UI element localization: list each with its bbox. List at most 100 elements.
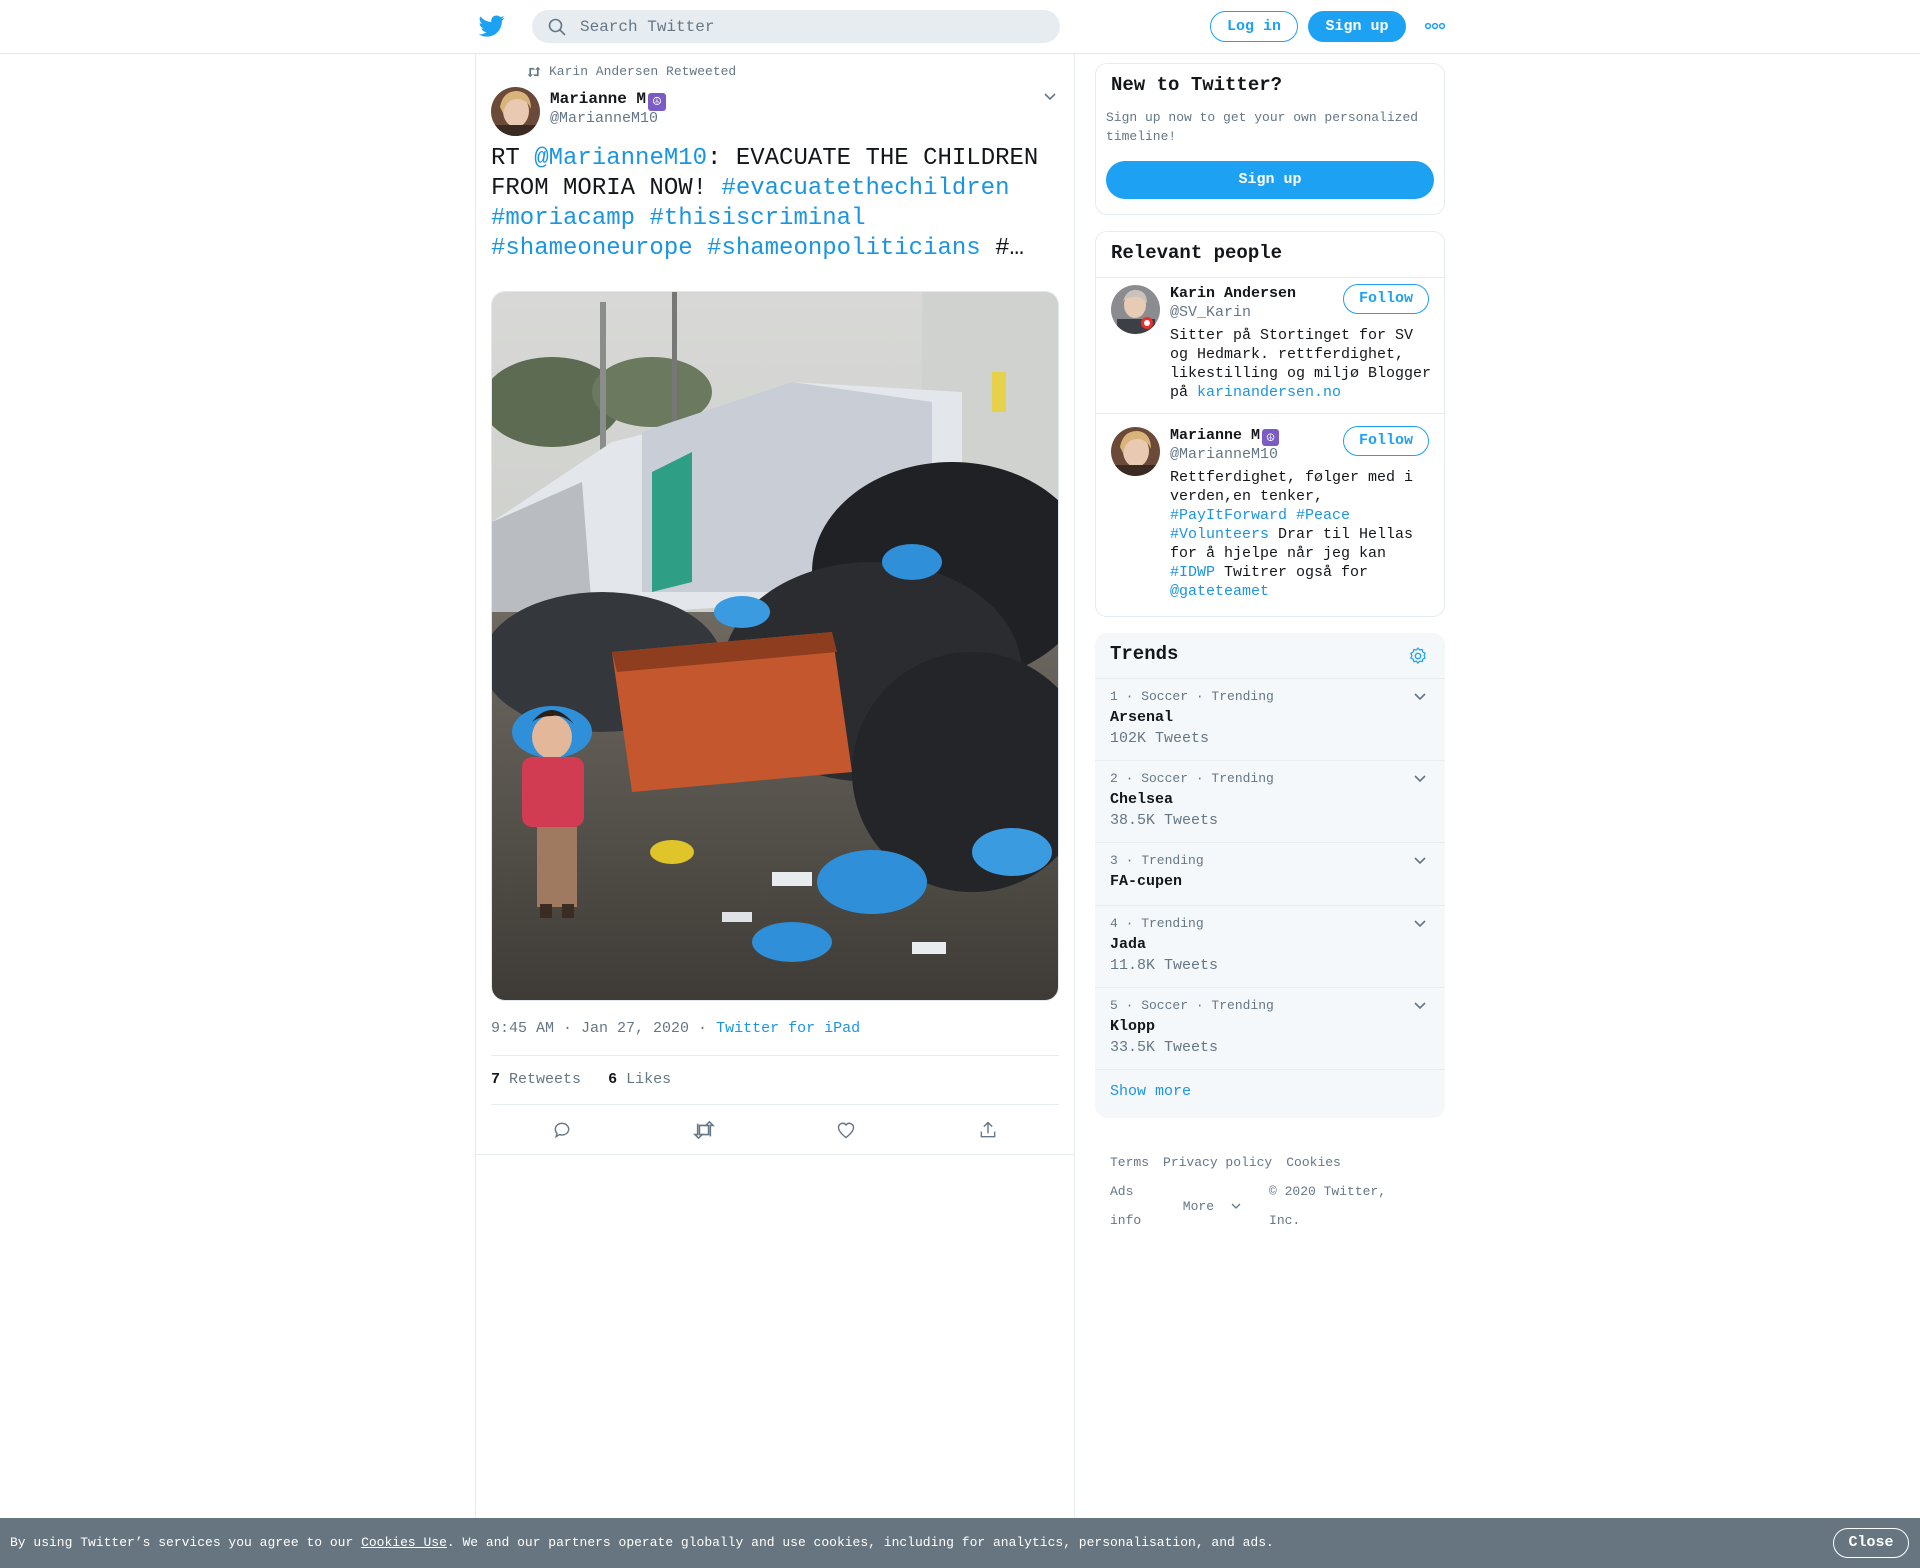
avatar[interactable] — [1111, 427, 1160, 476]
trend-name: Chelsea — [1110, 791, 1174, 808]
hashtag-link[interactable]: #shameoneurope — [491, 235, 693, 262]
log-in-button[interactable]: Log in — [1210, 11, 1298, 42]
search-box[interactable] — [532, 10, 1060, 43]
person-bio: Sitter på Stortinget for SV og Hedmark. … — [1170, 326, 1438, 402]
retweets-stat[interactable]: 7 Retweets — [491, 1071, 581, 1088]
trend-name: Arsenal — [1110, 709, 1174, 726]
card-title: New to Twitter? — [1111, 74, 1283, 96]
mention-link[interactable]: @gateteamet — [1170, 583, 1269, 600]
avatar[interactable] — [1111, 285, 1160, 334]
bio-text: Twitrer også for — [1215, 564, 1369, 581]
trend-count: 38.5K Tweets — [1110, 812, 1219, 829]
sign-up-button[interactable]: Sign up — [1308, 11, 1406, 42]
more-label: More — [1182, 1198, 1215, 1214]
like-heart-icon[interactable] — [826, 1110, 866, 1150]
person-name[interactable]: Marianne M ☮ — [1170, 427, 1280, 446]
retweet-count: 7 — [491, 1071, 501, 1088]
trend-name: FA-cupen — [1110, 873, 1183, 890]
retweet-icon[interactable] — [684, 1110, 724, 1150]
follow-button[interactable]: Follow — [1343, 426, 1429, 456]
bio-link[interactable]: karinandersen.no — [1197, 384, 1341, 401]
chevron-down-icon[interactable] — [1413, 919, 1427, 929]
privacy-link[interactable]: Privacy policy — [1163, 1148, 1272, 1177]
retweet-label: Retweets — [509, 1071, 582, 1088]
tweet-time[interactable]: 9:45 AM · Jan 27, 2020 — [491, 1020, 689, 1037]
author-name-text: Marianne M — [550, 90, 647, 108]
hashtag-link[interactable]: #Volunteers — [1170, 526, 1269, 543]
tweet-text: RT @MarianneM10: EVACUATE THE CHILDREN F… — [491, 144, 1063, 264]
cookie-text: . We and our partners operate globally a… — [446, 1535, 1274, 1550]
trend-meta: 3 · Trending — [1110, 853, 1204, 868]
avatar[interactable] — [491, 87, 540, 136]
person-item: Marianne M ☮ @MarianneM10 Follow Rettferd… — [1096, 420, 1444, 616]
card-title: Relevant people — [1111, 242, 1283, 264]
reply-icon[interactable] — [542, 1110, 582, 1150]
search-input[interactable] — [580, 10, 1040, 43]
tweet-mention-link[interactable]: @MarianneM10 — [534, 145, 707, 172]
bio-text: Rettferdighet, følger med i verden,en te… — [1170, 469, 1414, 505]
divider — [476, 1154, 1074, 1155]
cookies-link[interactable]: Cookies — [1286, 1148, 1341, 1177]
trend-meta: 1 · Soccer · Trending — [1110, 689, 1274, 704]
terms-link[interactable]: Terms — [1110, 1148, 1149, 1177]
person-name-text: Marianne M — [1170, 427, 1261, 444]
hashtag-link[interactable]: #thisiscriminal — [649, 205, 865, 232]
cookie-text: By using Twitter’s services you agree to… — [10, 1535, 362, 1550]
hashtag-link[interactable]: #IDWP — [1170, 564, 1215, 581]
likes-stat[interactable]: 6 Likes — [608, 1071, 671, 1088]
trend-meta: 4 · Trending — [1110, 916, 1204, 931]
share-icon[interactable] — [968, 1110, 1008, 1150]
trend-item[interactable]: 4 · Trending Jada 11.8K Tweets — [1095, 905, 1445, 987]
trend-item[interactable]: 3 · Trending FA-cupen — [1095, 842, 1445, 905]
follow-button[interactable]: Follow — [1343, 284, 1429, 314]
more-dots-icon[interactable] — [1424, 20, 1446, 32]
trend-count: 102K Tweets — [1110, 730, 1210, 747]
like-label: Likes — [626, 1071, 672, 1088]
hashtag-link[interactable]: #moriacamp — [491, 205, 635, 232]
tweet-timestamp: 9:45 AM · Jan 27, 2020 · Twitter for iPa… — [491, 1020, 860, 1037]
trend-name: Klopp — [1110, 1018, 1156, 1035]
chevron-down-icon[interactable] — [1413, 856, 1427, 866]
tweet-actions — [491, 1105, 1059, 1154]
chevron-down-icon[interactable] — [1413, 1001, 1427, 1011]
like-count: 6 — [608, 1071, 618, 1088]
trend-meta: 5 · Soccer · Trending — [1110, 998, 1274, 1013]
tweet-stats: 7 Retweets 6 Likes — [491, 1055, 1059, 1105]
tweet-author-name[interactable]: Marianne M ☮ — [550, 90, 667, 111]
cookies-use-link[interactable]: Cookies Use — [361, 1535, 447, 1550]
person-item: Karin Andersen @SV_Karin Follow Sitter p… — [1096, 278, 1444, 413]
tweet-source-link[interactable]: Twitter for iPad — [716, 1020, 860, 1037]
settings-gear-icon[interactable] — [1408, 646, 1428, 666]
show-more-link[interactable]: Show more — [1110, 1083, 1191, 1100]
retweet-context: Karin Andersen Retweeted — [527, 64, 736, 79]
retweet-context-text[interactable]: Karin Andersen Retweeted — [549, 64, 736, 79]
tweet-text-suffix: #… — [980, 235, 1024, 262]
ads-info-link[interactable]: Ads info — [1110, 1177, 1169, 1235]
sidebar-footer: Terms Privacy policy Cookies Ads info Mo… — [1110, 1148, 1430, 1235]
hashtag-link[interactable]: #shameonpoliticians — [707, 235, 981, 262]
trend-count: 11.8K Tweets — [1110, 957, 1219, 974]
trend-item[interactable]: 2 · Soccer · Trending Chelsea 38.5K Twee… — [1095, 760, 1445, 842]
hashtag-link[interactable]: #Peace — [1296, 507, 1350, 524]
card-description: Sign up now to get your own personalized… — [1106, 110, 1419, 144]
trend-item[interactable]: 1 · Soccer · Trending Arsenal 102K Tweet… — [1095, 678, 1445, 760]
more-footer-link[interactable]: More — [1183, 1192, 1255, 1221]
search-icon — [548, 18, 566, 36]
chevron-down-icon[interactable] — [1413, 692, 1427, 702]
chevron-down-icon[interactable] — [1413, 774, 1427, 784]
card-title: Trends — [1110, 643, 1179, 665]
chevron-down-icon[interactable] — [1043, 92, 1057, 102]
trend-item[interactable]: 5 · Soccer · Trending Klopp 33.5K Tweets — [1095, 987, 1445, 1069]
tweet-photo[interactable] — [491, 291, 1059, 1001]
person-handle[interactable]: @MarianneM10 — [1170, 446, 1278, 463]
hashtag-link[interactable]: #PayItForward — [1170, 507, 1287, 524]
relevant-people-card: Relevant people Karin Andersen @SV_Karin… — [1095, 231, 1445, 617]
person-name[interactable]: Karin Andersen — [1170, 285, 1296, 302]
tweet-author-handle[interactable]: @MarianneM10 — [550, 110, 658, 127]
twitter-bird-logo-icon[interactable] — [478, 13, 506, 39]
meta-separator: · — [689, 1020, 717, 1037]
close-button[interactable]: Close — [1833, 1528, 1909, 1558]
hashtag-link[interactable]: #evacuatethechildren — [721, 175, 1009, 202]
person-handle[interactable]: @SV_Karin — [1170, 304, 1251, 321]
sign-up-button[interactable]: Sign up — [1106, 161, 1434, 199]
